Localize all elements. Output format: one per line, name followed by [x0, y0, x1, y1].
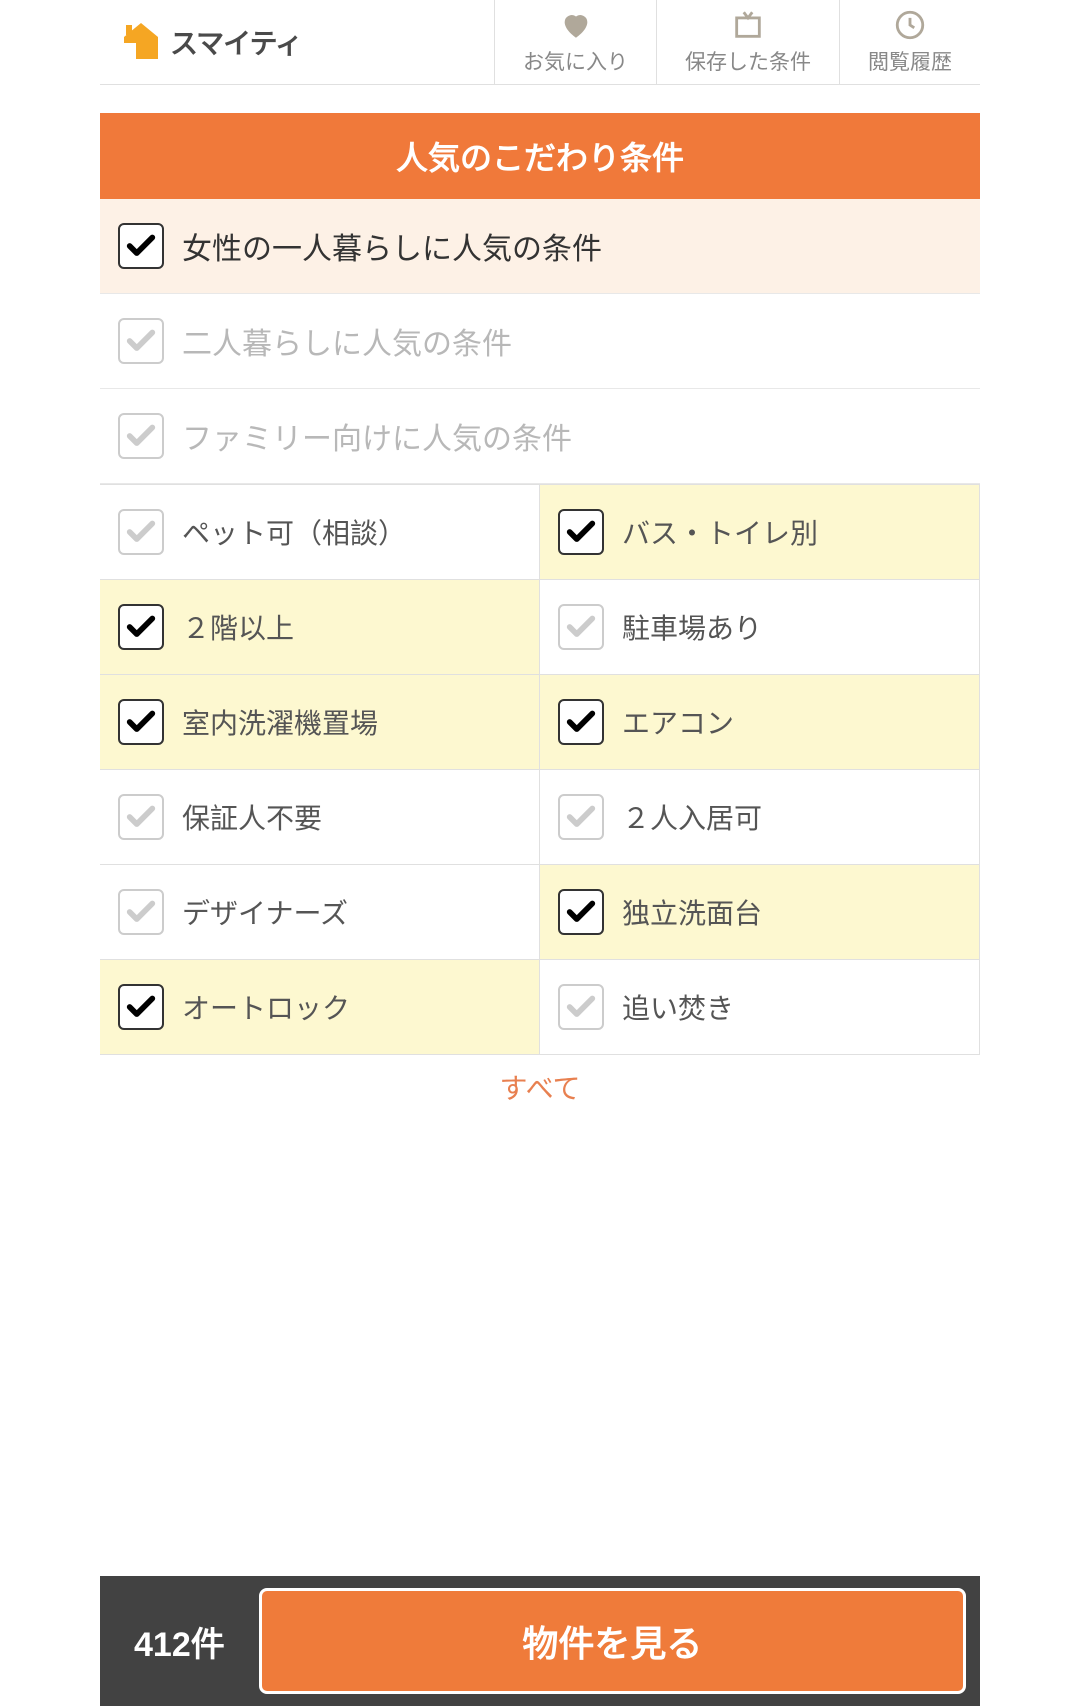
footer-bar: 412件 物件を見る [100, 1576, 980, 1706]
option-label: バス・トイレ別 [622, 512, 818, 552]
option-cell[interactable]: ペット可（相談） [100, 485, 540, 580]
preset-label: 女性の一人暮らしに人気の条件 [182, 224, 602, 268]
option-cell[interactable]: オートロック [100, 960, 540, 1055]
options-grid: ペット可（相談） バス・トイレ別 ２階以上 駐車場あり 室内洗濯機置場 エアコン… [100, 484, 980, 1055]
option-cell[interactable]: エアコン [540, 675, 980, 770]
checkbox[interactable] [558, 604, 604, 650]
option-label: 独立洗面台 [622, 892, 762, 932]
preset-row[interactable]: 女性の一人暮らしに人気の条件 [100, 199, 980, 294]
view-results-button[interactable]: 物件を見る [259, 1588, 966, 1694]
preset-label: 二人暮らしに人気の条件 [182, 319, 512, 363]
spacer: すべて [100, 1055, 980, 1095]
nav-label: 閲覧履歴 [868, 46, 952, 76]
option-cell[interactable]: デザイナーズ [100, 865, 540, 960]
house-icon [120, 21, 162, 63]
option-label: デザイナーズ [182, 892, 348, 932]
checkbox[interactable] [118, 889, 164, 935]
option-cell[interactable]: 追い焚き [540, 960, 980, 1055]
option-label: 駐車場あり [622, 607, 762, 647]
result-count: 412件 [114, 1617, 245, 1666]
checkbox[interactable] [118, 413, 164, 459]
preset-row: ファミリー向けに人気の条件 [100, 389, 980, 484]
preset-list: 女性の一人暮らしに人気の条件 二人暮らしに人気の条件 ファミリー向けに人気の条件 [100, 199, 980, 484]
option-label: ペット可（相談） [182, 512, 406, 552]
nav-history[interactable]: 閲覧履歴 [839, 0, 980, 84]
option-cell[interactable]: 独立洗面台 [540, 865, 980, 960]
nav-label: お気に入り [523, 46, 628, 76]
option-label: エアコン [622, 702, 734, 742]
checkbox[interactable] [118, 509, 164, 555]
checkbox[interactable] [558, 794, 604, 840]
app-header: スマイティ お気に入り 保存した条件 閲覧履歴 [100, 0, 980, 85]
save-box-icon [731, 8, 765, 42]
preset-label: ファミリー向けに人気の条件 [182, 414, 572, 458]
checkbox[interactable] [118, 604, 164, 650]
option-label: 室内洗濯機置場 [182, 702, 378, 742]
option-label: 保証人不要 [182, 797, 322, 837]
checkbox[interactable] [558, 984, 604, 1030]
nav-saved-conditions[interactable]: 保存した条件 [656, 0, 839, 84]
spacer [100, 85, 980, 113]
header-nav: お気に入り 保存した条件 閲覧履歴 [494, 0, 980, 84]
option-cell[interactable]: 保証人不要 [100, 770, 540, 865]
option-label: ２人入居可 [622, 797, 762, 837]
option-cell[interactable]: ２階以上 [100, 580, 540, 675]
preset-row: 二人暮らしに人気の条件 [100, 294, 980, 389]
checkbox[interactable] [558, 699, 604, 745]
option-cell[interactable]: 駐車場あり [540, 580, 980, 675]
option-label: ２階以上 [182, 607, 294, 647]
nav-label: 保存した条件 [685, 46, 811, 76]
checkbox[interactable] [118, 318, 164, 364]
option-cell[interactable]: ２人入居可 [540, 770, 980, 865]
nav-favorites[interactable]: お気に入り [494, 0, 656, 84]
checkbox[interactable] [558, 889, 604, 935]
option-label: オートロック [182, 987, 350, 1027]
option-cell[interactable]: 室内洗濯機置場 [100, 675, 540, 770]
section-title: 人気のこだわり条件 [100, 113, 980, 199]
checkbox[interactable] [118, 223, 164, 269]
checkbox[interactable] [118, 984, 164, 1030]
expand-all-hint[interactable]: すべて [100, 1055, 980, 1107]
heart-icon [559, 8, 593, 42]
checkbox[interactable] [558, 509, 604, 555]
logo[interactable]: スマイティ [100, 21, 322, 63]
logo-text: スマイティ [170, 22, 302, 62]
checkbox[interactable] [118, 699, 164, 745]
checkbox[interactable] [118, 794, 164, 840]
option-cell[interactable]: バス・トイレ別 [540, 485, 980, 580]
clock-icon [893, 8, 927, 42]
option-label: 追い焚き [622, 987, 734, 1027]
